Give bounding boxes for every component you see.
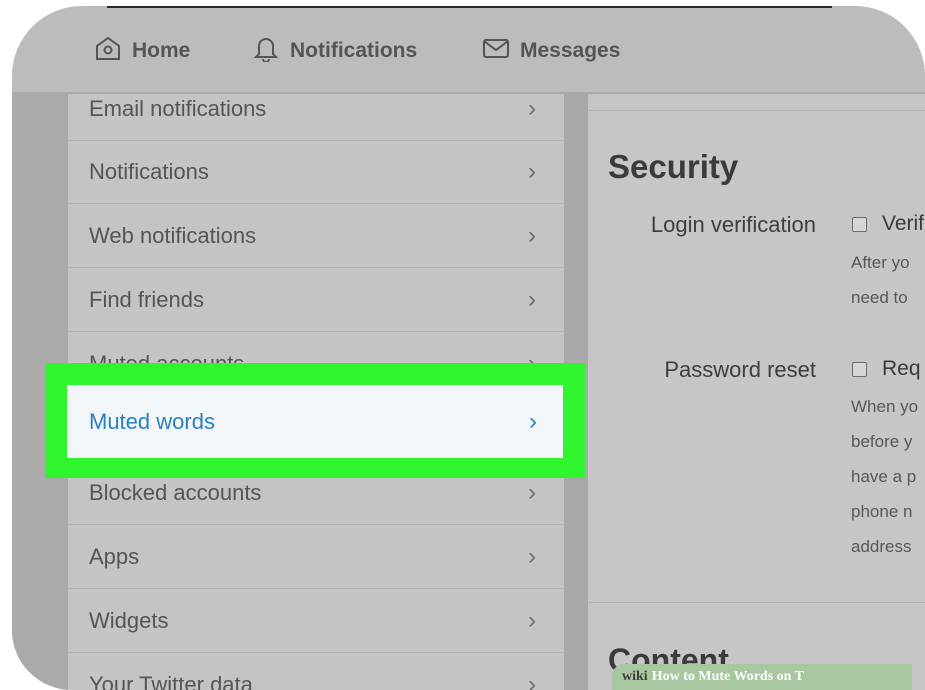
menu-item-notifications[interactable]: Notifications › [68,141,564,204]
nav-home-label: Home [132,39,191,62]
menu-item-apps[interactable]: Apps › [68,526,564,589]
password-reset-help-line: before y [851,432,913,451]
envelope-icon [482,34,510,68]
security-section-title: Security [608,148,739,185]
chevron-right-icon: › [528,607,536,634]
menu-item-label: Apps [89,544,140,569]
menu-item-label: Web notifications [89,223,257,248]
bell-icon [252,34,280,68]
nav-notifications[interactable]: Notifications [252,36,417,66]
chevron-right-icon: › [528,95,536,122]
settings-content-panel: Security Login verification Verif After … [588,94,925,690]
login-verification-help-line: need to [851,288,908,307]
login-verification-checkbox[interactable] [852,217,867,232]
menu-item-label: Widgets [89,608,169,633]
watermark-text: How to Mute Words on T [651,669,805,684]
menu-item-web-notifications[interactable]: Web notifications › [68,205,564,268]
nav-home[interactable]: Home [94,36,190,66]
menu-item-widgets[interactable]: Widgets › [68,590,564,653]
password-reset-help-line: When yo [851,397,919,416]
chevron-right-icon: › [528,286,536,313]
password-reset-label: Password reset [664,357,816,382]
login-verification-help-line: After yo [851,253,910,272]
home-icon [94,34,122,68]
menu-item-muted-words[interactable]: Muted words › [67,385,563,458]
menu-item-your-twitter-data[interactable]: Your Twitter data › [68,654,564,690]
nav-messages-label: Messages [520,39,621,62]
menu-item-find-friends[interactable]: Find friends › [68,269,564,332]
menu-item-email-notifications[interactable]: Email notifications › [68,78,564,141]
chevron-right-icon: › [528,479,536,506]
password-reset-help-line: phone n [851,502,913,521]
login-verification-option[interactable]: Verif [882,212,924,236]
nav-messages[interactable]: Messages [482,36,620,66]
chevron-right-icon: › [528,671,536,690]
menu-item-label: Blocked accounts [89,480,262,505]
menu-item-label: Notifications [89,159,209,184]
password-reset-checkbox[interactable] [852,362,867,377]
menu-item-label: Your Twitter data [89,672,253,690]
watermark-wiki: wiki [622,669,648,684]
menu-item-label: Email notifications [89,96,267,121]
section-separator [588,602,925,603]
top-border-line [107,6,832,8]
login-verification-label: Login verification [650,212,816,237]
password-reset-help-line: address [851,537,912,556]
wikihow-watermark: wiki How to Mute Words on T [612,664,912,690]
chevron-right-icon: › [528,158,536,185]
password-reset-option[interactable]: Req [882,357,921,381]
chevron-right-icon: › [529,407,537,435]
screenshot-frame: Home Notifications Messages Email notifi… [12,6,925,690]
menu-item-label: Find friends [89,287,204,312]
chevron-right-icon: › [528,543,536,570]
nav-notifications-label: Notifications [290,39,418,62]
menu-item-label-selected: Muted words [89,408,215,434]
password-reset-help-line: have a p [851,467,917,486]
section-separator [588,110,925,111]
chevron-right-icon: › [528,222,536,249]
